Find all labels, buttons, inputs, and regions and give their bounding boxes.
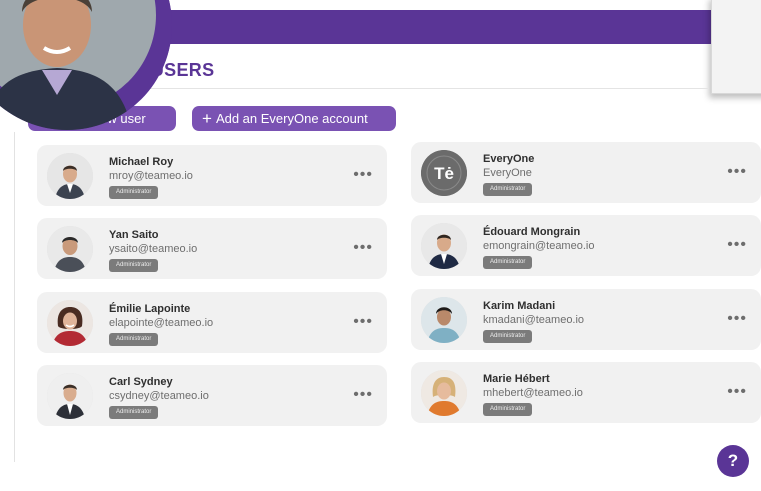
more-options-icon[interactable]: ••• bbox=[353, 240, 373, 256]
user-name: Marie Hébert bbox=[483, 373, 550, 385]
add-everyone-account-button[interactable]: + Add an EveryOne account bbox=[192, 106, 396, 131]
role-badge: Administrator bbox=[483, 183, 533, 196]
user-card-marie-hebert[interactable]: Marie Hébert mhebert@teameo.io Administr… bbox=[411, 362, 761, 423]
avatar bbox=[47, 373, 93, 419]
dropdown-panel bbox=[711, 0, 761, 94]
user-card-karim-madani[interactable]: Karim Madani kmadani@teameo.io Administr… bbox=[411, 289, 761, 350]
role-badge: Administrator bbox=[109, 186, 159, 199]
avatar bbox=[47, 300, 93, 346]
role-badge: Administrator bbox=[483, 330, 533, 343]
add-everyone-account-label: Add an EveryOne account bbox=[215, 111, 368, 126]
user-card-yan-saito[interactable]: Yan Saito ysaito@teameo.io Administrator… bbox=[37, 218, 387, 279]
avatar bbox=[47, 226, 93, 272]
role-badge: Administrator bbox=[109, 406, 159, 419]
more-options-icon[interactable]: ••• bbox=[353, 387, 373, 403]
user-card-emilie-lapointe[interactable]: Émilie Lapointe elapointe@teameo.io Admi… bbox=[37, 292, 387, 353]
user-name: Karim Madani bbox=[483, 300, 556, 312]
user-email: emongrain@teameo.io bbox=[483, 240, 595, 252]
svg-text:Tė: Tė bbox=[434, 164, 454, 183]
user-card-everyone[interactable]: Tė EveryOne EveryOne Administrator ••• bbox=[411, 142, 761, 203]
role-badge: Administrator bbox=[483, 403, 533, 416]
everyone-logo-icon: Tė bbox=[421, 150, 467, 196]
user-card-edouard-mongrain[interactable]: Édouard Mongrain emongrain@teameo.io Adm… bbox=[411, 215, 761, 276]
user-email: ysaito@teameo.io bbox=[109, 243, 198, 255]
content-border bbox=[14, 132, 15, 462]
help-button[interactable]: ? bbox=[717, 445, 749, 477]
user-name: EveryOne bbox=[483, 153, 535, 165]
avatar bbox=[421, 297, 467, 343]
user-email: EveryOne bbox=[483, 167, 532, 179]
role-badge: Administrator bbox=[109, 259, 159, 272]
more-options-icon[interactable]: ••• bbox=[353, 314, 373, 330]
more-options-icon[interactable]: ••• bbox=[727, 164, 747, 180]
plus-icon: + bbox=[202, 109, 212, 128]
user-email: csydney@teameo.io bbox=[109, 390, 209, 402]
more-options-icon[interactable]: ••• bbox=[727, 384, 747, 400]
user-name: Yan Saito bbox=[109, 229, 159, 241]
user-card-carl-sydney[interactable]: Carl Sydney csydney@teameo.io Administra… bbox=[37, 365, 387, 426]
role-badge: Administrator bbox=[483, 256, 533, 269]
avatar bbox=[47, 153, 93, 199]
user-email: kmadani@teameo.io bbox=[483, 314, 585, 326]
more-options-icon[interactable]: ••• bbox=[727, 237, 747, 253]
user-name: Carl Sydney bbox=[109, 376, 173, 388]
user-card-michael-roy[interactable]: Michael Roy mroy@teameo.io Administrator… bbox=[37, 145, 387, 206]
user-name: Émilie Lapointe bbox=[109, 303, 191, 315]
user-name: Édouard Mongrain bbox=[483, 226, 581, 238]
user-email: mhebert@teameo.io bbox=[483, 387, 583, 399]
user-name: Michael Roy bbox=[109, 156, 174, 168]
role-badge: Administrator bbox=[109, 333, 159, 346]
more-options-icon[interactable]: ••• bbox=[727, 311, 747, 327]
user-email: elapointe@teameo.io bbox=[109, 317, 214, 329]
avatar bbox=[421, 223, 467, 269]
more-options-icon[interactable]: ••• bbox=[353, 167, 373, 183]
user-email: mroy@teameo.io bbox=[109, 170, 193, 182]
avatar bbox=[421, 370, 467, 416]
